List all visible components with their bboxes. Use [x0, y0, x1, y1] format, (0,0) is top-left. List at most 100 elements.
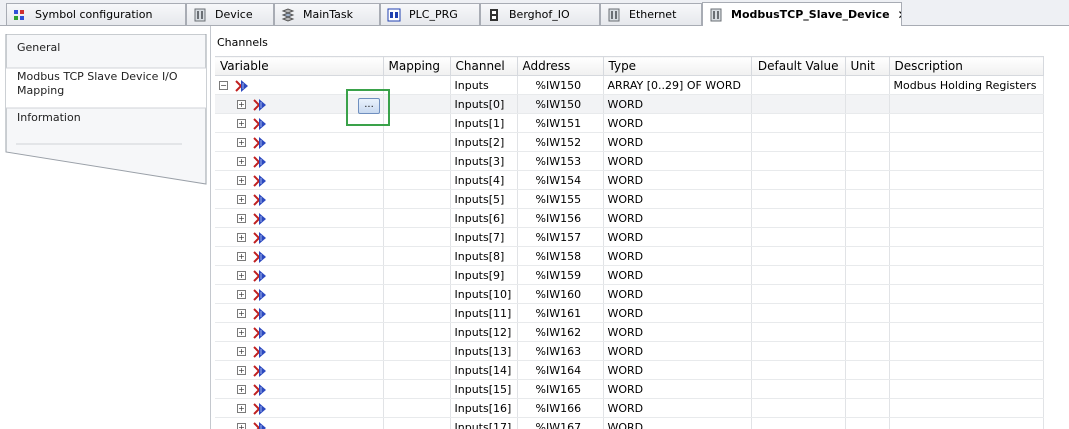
mapping-cell[interactable]: [383, 75, 451, 95]
default-value-cell[interactable]: [751, 322, 846, 342]
mapping-cell[interactable]: [383, 265, 451, 285]
tab-device[interactable]: Device: [186, 3, 274, 25]
column-header-channel[interactable]: Channel: [450, 56, 518, 76]
table-row[interactable]: + Inputs[15] %IW165 WORD: [215, 379, 1044, 399]
variable-cell[interactable]: +: [215, 322, 384, 342]
sidebar-item-general[interactable]: General: [17, 41, 60, 54]
default-value-cell[interactable]: [751, 398, 846, 418]
scrollbar-edge[interactable]: [1059, 26, 1069, 429]
collapse-icon[interactable]: −: [219, 81, 228, 90]
expand-icon[interactable]: +: [237, 328, 246, 337]
column-header-default-value[interactable]: Default Value: [751, 56, 846, 76]
column-header-address[interactable]: Address: [517, 56, 604, 76]
variable-cell[interactable]: +: [215, 189, 384, 209]
variable-cell[interactable]: +: [215, 398, 384, 418]
column-header-variable[interactable]: Variable: [215, 56, 384, 76]
variable-cell[interactable]: +: [215, 303, 384, 323]
sidebar-item-information[interactable]: Information: [17, 111, 81, 124]
mapping-cell[interactable]: [383, 170, 451, 190]
expand-icon[interactable]: +: [237, 214, 246, 223]
tab-berghof-io[interactable]: Berghof_IO: [480, 3, 600, 25]
table-row[interactable]: + Inputs[17] %IW167 WORD: [215, 417, 1044, 429]
expand-icon[interactable]: +: [237, 271, 246, 280]
mapping-cell[interactable]: [383, 360, 451, 380]
table-row[interactable]: + Inputs[4] %IW154 WORD: [215, 170, 1044, 190]
mapping-cell[interactable]: [383, 417, 451, 429]
default-value-cell[interactable]: [751, 265, 846, 285]
column-header-description[interactable]: Description: [889, 56, 1044, 76]
expand-icon[interactable]: +: [237, 233, 246, 242]
column-header-mapping[interactable]: Mapping: [383, 56, 451, 76]
table-row[interactable]: + Inputs[10] %IW160 WORD: [215, 284, 1044, 304]
default-value-cell[interactable]: [751, 379, 846, 399]
default-value-cell[interactable]: [751, 208, 846, 228]
mapping-cell[interactable]: [383, 398, 451, 418]
expand-icon[interactable]: +: [237, 252, 246, 261]
table-row[interactable]: + Inputs[12] %IW162 WORD: [215, 322, 1044, 342]
default-value-cell[interactable]: [751, 360, 846, 380]
tab-modbustcp-slave-device[interactable]: ModbusTCP_Slave_Device ✕: [702, 2, 902, 26]
tab-plc-prg[interactable]: PLC_PRG: [380, 3, 480, 25]
tab-ethernet[interactable]: Ethernet: [600, 3, 702, 25]
table-row[interactable]: + Inputs[1] %IW151 WORD: [215, 113, 1044, 133]
variable-cell[interactable]: +: [215, 227, 384, 247]
table-row[interactable]: + Inputs[8] %IW158 WORD: [215, 246, 1044, 266]
expand-icon[interactable]: +: [237, 423, 246, 429]
expand-icon[interactable]: +: [237, 385, 246, 394]
variable-cell[interactable]: +: [215, 265, 384, 285]
variable-cell[interactable]: +: [215, 246, 384, 266]
expand-icon[interactable]: +: [237, 119, 246, 128]
mapping-cell[interactable]: [383, 132, 451, 152]
mapping-cell[interactable]: [383, 113, 451, 133]
mapping-cell[interactable]: [383, 341, 451, 361]
variable-cell[interactable]: +: [215, 284, 384, 304]
default-value-cell[interactable]: [751, 113, 846, 133]
mapping-cell[interactable]: [383, 227, 451, 247]
variable-cell[interactable]: +: [215, 170, 384, 190]
expand-icon[interactable]: +: [237, 309, 246, 318]
mapping-cell[interactable]: [383, 322, 451, 342]
default-value-cell[interactable]: [751, 341, 846, 361]
default-value-cell[interactable]: [751, 170, 846, 190]
variable-cell[interactable]: +: [215, 417, 384, 429]
expand-icon[interactable]: +: [237, 176, 246, 185]
sidebar-item-io-mapping[interactable]: Modbus TCP Slave Device I/O Mapping: [17, 70, 197, 98]
table-row[interactable]: + Inputs[9] %IW159 WORD: [215, 265, 1044, 285]
expand-icon[interactable]: +: [237, 290, 246, 299]
table-row[interactable]: + Inputs[7] %IW157 WORD: [215, 227, 1044, 247]
mapping-cell[interactable]: [383, 284, 451, 304]
table-row[interactable]: + Inputs[14] %IW164 WORD: [215, 360, 1044, 380]
mapping-cell[interactable]: [383, 379, 451, 399]
column-header-unit[interactable]: Unit: [845, 56, 890, 76]
mapping-cell[interactable]: [383, 246, 451, 266]
table-row[interactable]: + Inputs[6] %IW156 WORD: [215, 208, 1044, 228]
expand-icon[interactable]: +: [237, 347, 246, 356]
mapping-cell[interactable]: [383, 208, 451, 228]
default-value-cell[interactable]: [751, 417, 846, 429]
close-icon[interactable]: ✕: [898, 8, 901, 22]
expand-icon[interactable]: +: [237, 404, 246, 413]
expand-icon[interactable]: +: [237, 157, 246, 166]
default-value-cell[interactable]: [751, 94, 846, 114]
variable-cell[interactable]: +: [215, 379, 384, 399]
tab-symbol-configuration[interactable]: Symbol configuration: [6, 3, 186, 25]
table-row[interactable]: + Inputs[13] %IW163 WORD: [215, 341, 1044, 361]
expand-icon[interactable]: +: [237, 100, 246, 109]
table-row[interactable]: + Inputs[0] %IW150 WORD: [215, 94, 1044, 114]
tab-maintask[interactable]: MainTask: [274, 3, 380, 25]
table-row[interactable]: + Inputs[11] %IW161 WORD: [215, 303, 1044, 323]
mapping-cell[interactable]: [383, 303, 451, 323]
default-value-cell[interactable]: [751, 246, 846, 266]
variable-cell[interactable]: +: [215, 132, 384, 152]
table-row[interactable]: − Inputs %IW150 ARRAY [0..29] OF WORD Modbus…: [215, 75, 1044, 95]
variable-cell[interactable]: +: [215, 341, 384, 361]
table-row[interactable]: + Inputs[5] %IW155 WORD: [215, 189, 1044, 209]
expand-icon[interactable]: +: [237, 138, 246, 147]
default-value-cell[interactable]: [751, 303, 846, 323]
default-value-cell[interactable]: [751, 227, 846, 247]
expand-icon[interactable]: +: [237, 366, 246, 375]
default-value-cell[interactable]: [751, 284, 846, 304]
table-row[interactable]: + Inputs[16] %IW166 WORD: [215, 398, 1044, 418]
table-row[interactable]: + Inputs[3] %IW153 WORD: [215, 151, 1044, 171]
mapping-cell[interactable]: [383, 151, 451, 171]
